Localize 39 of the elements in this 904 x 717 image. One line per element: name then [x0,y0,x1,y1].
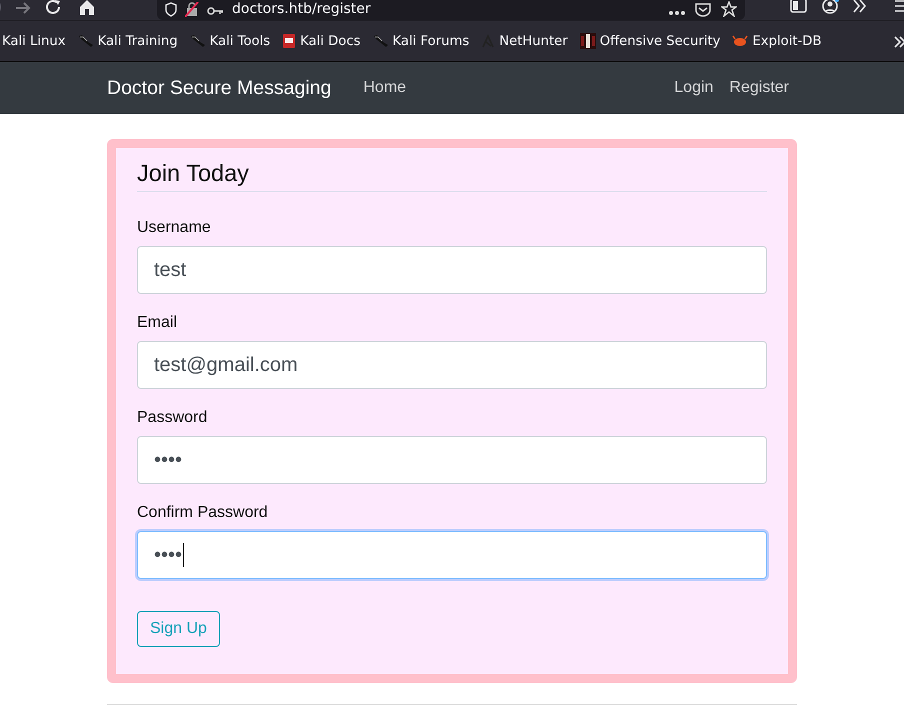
star-icon[interactable] [721,1,737,17]
key-icon [207,5,224,17]
input-field[interactable]: test [137,246,767,294]
insecure-lock-icon [185,2,199,17]
overflow-icon[interactable] [852,0,868,14]
input-field[interactable]: •••• [137,436,767,484]
book-icon [282,33,296,49]
nav-link[interactable]: Home [363,79,406,97]
field-label: Password [137,409,208,427]
site-brand[interactable]: Doctor Secure Messaging [107,76,332,100]
input-field[interactable]: •••• [137,531,767,579]
bookmark[interactable]: Exploit-DB [752,34,822,48]
nav-link[interactable]: Register [729,79,789,97]
account-icon[interactable] [822,0,840,15]
menu-icon[interactable] [893,0,904,14]
bookmark[interactable]: Kali Forums [392,34,470,48]
more-icon[interactable] [669,9,685,17]
bookmark[interactable]: Offensive Security [600,34,720,48]
bug-icon [732,33,748,49]
field-label: Username [137,219,212,237]
bookmark[interactable]: Kali Training [98,34,178,48]
home-icon[interactable] [78,0,96,16]
nav-link[interactable]: Login [674,79,714,97]
field-label: Email [137,314,178,332]
pocket-icon[interactable] [695,2,711,17]
field-label: Confirm Password [137,504,269,522]
form-title: Join Today [137,160,767,192]
address-bar[interactable]: doctors.htb/register [232,1,371,17]
reload-icon[interactable] [45,0,63,16]
forward-icon[interactable] [14,0,32,16]
shield-icon [165,2,177,17]
sidebar-icon[interactable] [790,0,808,15]
bookmark[interactable]: Kali Linux [2,34,66,48]
bookmark[interactable]: Kali Tools [210,34,270,48]
bookmark[interactable]: NetHunter [499,34,568,48]
input-field[interactable]: test@gmail.com [137,341,767,389]
overflow-icon[interactable] [893,34,904,50]
bookmark[interactable]: Kali Docs [300,34,361,48]
tower-icon [580,33,596,49]
